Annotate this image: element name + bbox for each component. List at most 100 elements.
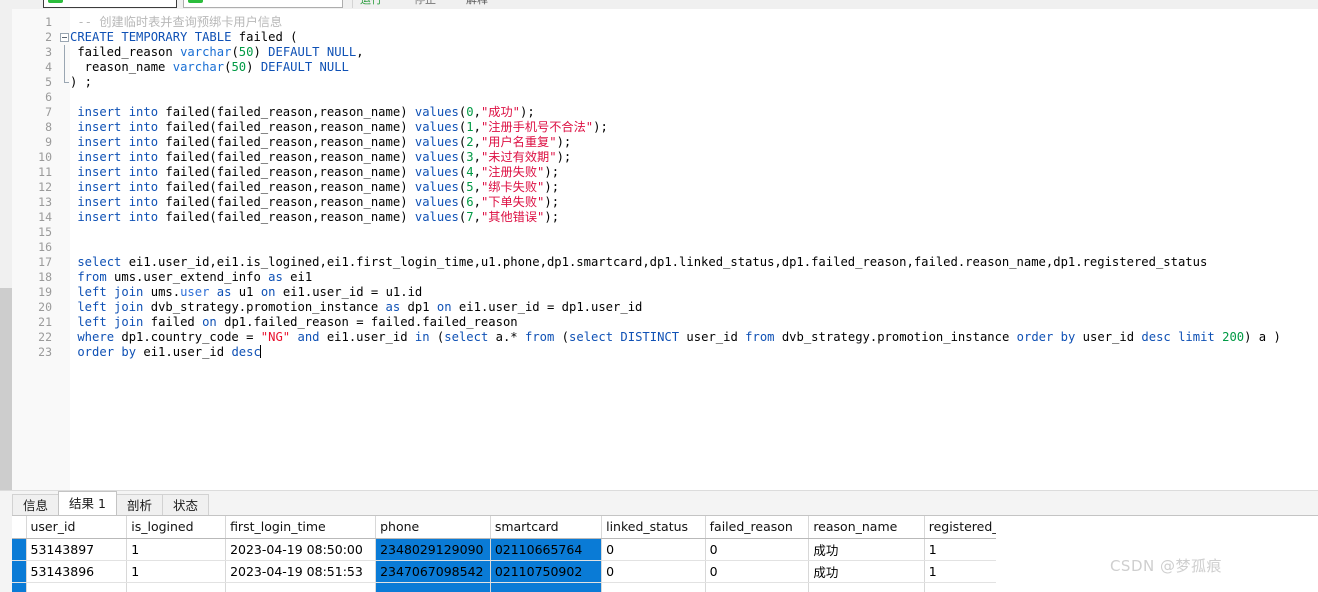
table-cell[interactable]: 02110750902	[490, 560, 603, 583]
code-line[interactable]: insert into failed(failed_reason,reason_…	[70, 165, 1318, 180]
code-line[interactable]: failed_reason varchar(50) DEFAULT NULL,	[70, 45, 1318, 60]
fold-cell	[58, 285, 70, 300]
column-header[interactable]: first_login_time	[225, 516, 377, 539]
line-number: 13	[12, 195, 58, 210]
table-cell[interactable]: 02110665764	[490, 538, 603, 561]
code-token: insert into	[77, 135, 159, 149]
fold-collapse-icon[interactable]	[60, 33, 69, 42]
results-tabbar[interactable]: 信息 结果 1 剖析 状态	[12, 491, 209, 515]
run-button[interactable]: 运行	[360, 0, 382, 7]
row-header-cell[interactable]	[12, 538, 27, 561]
fold-cell	[58, 150, 70, 165]
fold-cell	[58, 45, 70, 60]
code-line[interactable]: insert into failed(failed_reason,reason_…	[70, 150, 1318, 165]
code-token: insert into	[77, 105, 159, 119]
stop-button[interactable]: 停止	[414, 0, 436, 7]
code-line[interactable]: where dp1.country_code = "NG" and ei1.us…	[70, 330, 1318, 345]
code-line[interactable]	[70, 225, 1318, 240]
result-tab[interactable]: 状态	[161, 494, 209, 515]
line-number: 18	[12, 270, 58, 285]
code-line[interactable]: left join ums.user as u1 on ei1.user_id …	[70, 285, 1318, 300]
code-line[interactable]	[70, 240, 1318, 255]
code-text-area[interactable]: -- 创建临时表并查询预绑卡用户信息 CREATE TEMPORARY TABLE…	[70, 9, 1318, 490]
column-header[interactable]: failed_reason	[705, 516, 810, 539]
result-tab[interactable]: 信息	[12, 494, 60, 515]
table-cell[interactable]: 2347067098542	[375, 560, 491, 583]
table-cell[interactable]	[808, 582, 925, 592]
column-header[interactable]: phone	[375, 516, 491, 539]
line-number: 4	[12, 60, 58, 75]
column-header[interactable]: reason_name	[808, 516, 925, 539]
code-line[interactable]: insert into failed(failed_reason,reason_…	[70, 135, 1318, 150]
table-cell[interactable]	[225, 582, 377, 592]
column-header[interactable]: is_logined	[126, 516, 227, 539]
line-number: 14	[12, 210, 58, 225]
line-number-label: 17	[38, 255, 52, 269]
editor-surface[interactable]: 1 2 3 4 5 6 7 8 9 10 11 12 13 14 15 16 17 18 19 20 21 22 23 --…	[12, 9, 1318, 490]
code-token: ,	[356, 45, 364, 59]
code-token: ei1	[282, 270, 313, 284]
table-cell[interactable]: 0	[601, 538, 706, 561]
code-folding-column[interactable]	[58, 9, 70, 490]
code-line[interactable]: insert into failed(failed_reason,reason_…	[70, 210, 1318, 225]
table-cell[interactable]: 2348029129090	[375, 538, 491, 561]
code-line[interactable]: insert into failed(failed_reason,reason_…	[70, 120, 1318, 135]
table-cell[interactable]: 成功	[808, 560, 925, 583]
grid-corner-cell[interactable]	[12, 516, 27, 539]
code-line[interactable]: insert into failed(failed_reason,reason_…	[70, 195, 1318, 210]
connection-selector[interactable]	[43, 0, 177, 8]
table-cell[interactable]: 0	[705, 538, 810, 561]
code-line[interactable]: ) ;	[70, 75, 1318, 90]
table-cell[interactable]: 2023-04-19 08:51:53	[225, 560, 377, 583]
table-cell[interactable]	[26, 582, 128, 592]
column-header[interactable]: user_id	[26, 516, 128, 539]
result-grid[interactable]: user_id is_logined first_login_time phone sm…	[12, 516, 1318, 592]
row-header-cell[interactable]	[12, 582, 27, 592]
code-line[interactable]: left join failed on dp1.failed_reason = …	[70, 315, 1318, 330]
fold-cell	[58, 240, 70, 255]
fold-cell[interactable]	[58, 30, 70, 45]
code-line[interactable]: left join dvb_strategy.promotion_instanc…	[70, 300, 1318, 315]
explain-button[interactable]: 解释	[466, 0, 488, 7]
result-tab[interactable]: 剖析	[115, 494, 163, 515]
line-number: 17	[12, 255, 58, 270]
code-line[interactable]: -- 创建临时表并查询预绑卡用户信息	[70, 15, 1318, 30]
row-header-cell[interactable]	[12, 560, 27, 583]
scrollbar-thumb[interactable]	[0, 288, 12, 490]
line-number: 22	[12, 330, 58, 345]
code-line[interactable]	[70, 90, 1318, 105]
code-line[interactable]: insert into failed(failed_reason,reason_…	[70, 180, 1318, 195]
line-number-label: 8	[45, 120, 52, 134]
line-number-label: 10	[38, 150, 52, 164]
code-line[interactable]: CREATE TEMPORARY TABLE failed (	[70, 30, 1318, 45]
table-cell[interactable]: 成功	[808, 538, 925, 561]
code-token: failed(failed_reason,reason_name)	[158, 120, 415, 134]
table-cell[interactable]: 1	[126, 560, 227, 583]
database-selector[interactable]	[183, 0, 343, 8]
table-cell[interactable]	[490, 582, 603, 592]
code-line[interactable]: insert into failed(failed_reason,reason_…	[70, 105, 1318, 120]
code-token: insert into	[77, 180, 159, 194]
code-line[interactable]: from ums.user_extend_info as ei1	[70, 270, 1318, 285]
table-cell[interactable]	[705, 582, 810, 592]
table-cell[interactable]	[126, 582, 227, 592]
result-tab[interactable]: 结果 1	[58, 491, 117, 515]
editor-vertical-scrollbar[interactable]	[0, 9, 12, 490]
code-line[interactable]: reason_name varchar(50) DEFAULT NULL	[70, 60, 1318, 75]
table-cell[interactable]	[375, 582, 491, 592]
table-cell[interactable]: 2023-04-19 08:50:00	[225, 538, 377, 561]
column-header[interactable]: smartcard	[490, 516, 603, 539]
column-header[interactable]: linked_status	[601, 516, 706, 539]
table-cell[interactable]: 0	[601, 560, 706, 583]
code-token: "用户名重复"	[480, 135, 557, 149]
code-line[interactable]: order by ei1.user_id desc	[70, 345, 1318, 360]
code-token: );	[544, 165, 560, 179]
table-cell[interactable]	[601, 582, 706, 592]
sql-editor[interactable]: 1 2 3 4 5 6 7 8 9 10 11 12 13 14 15 16 17 18 19 20 21 22 23 --…	[12, 9, 1318, 490]
table-cell[interactable]: 1	[126, 538, 227, 561]
table-cell[interactable]: 0	[705, 560, 810, 583]
table-cell[interactable]: 53143896	[26, 560, 128, 583]
code-line[interactable]: select ei1.user_id,ei1.is_logined,ei1.fi…	[70, 255, 1318, 270]
table-cell[interactable]: 53143897	[26, 538, 128, 561]
code-token: ,	[473, 150, 481, 164]
